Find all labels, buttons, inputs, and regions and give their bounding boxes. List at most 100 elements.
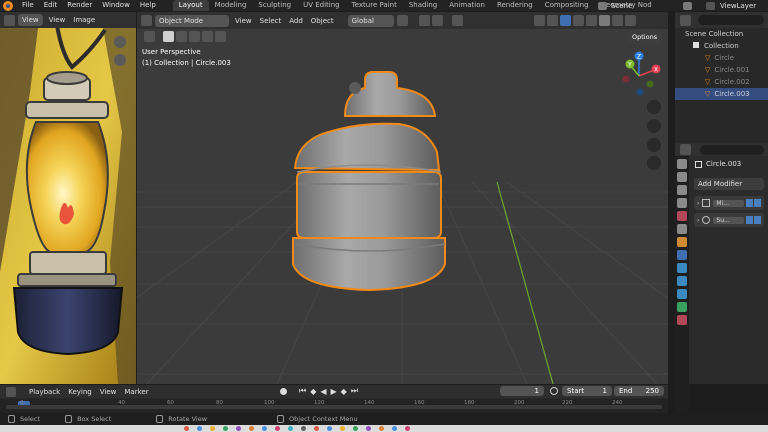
zoom-icon[interactable] bbox=[114, 36, 126, 48]
taskbar-app-icon[interactable] bbox=[236, 426, 241, 431]
edit-mode-toggle-icon[interactable] bbox=[746, 216, 753, 224]
tab-shading[interactable]: Shading bbox=[403, 0, 443, 11]
taskbar-app-icon[interactable] bbox=[275, 426, 280, 431]
render-tab-icon[interactable] bbox=[677, 172, 687, 182]
record-icon[interactable] bbox=[280, 387, 287, 395]
tab-texture-paint[interactable]: Texture Paint bbox=[346, 0, 403, 11]
modifier-name-field[interactable]: Su... bbox=[713, 216, 744, 224]
editor-type-icon[interactable] bbox=[4, 14, 15, 26]
modifier-name-field[interactable]: Mi... bbox=[713, 199, 744, 207]
visibility-icon[interactable] bbox=[533, 15, 545, 26]
tab-animation[interactable]: Animation bbox=[443, 0, 491, 11]
jump-start-icon[interactable]: ⏮ bbox=[299, 386, 306, 396]
expand-chevron-icon[interactable]: › bbox=[697, 200, 699, 207]
object-data-tab-icon[interactable] bbox=[677, 302, 687, 312]
modifier-panel-subdivision[interactable]: › Su... bbox=[694, 213, 764, 227]
transform-orientation-dropdown[interactable]: Global bbox=[347, 14, 394, 27]
gizmo-toggle-icon[interactable] bbox=[546, 15, 558, 26]
tab-modeling[interactable]: Modeling bbox=[209, 0, 253, 11]
tab-rendering[interactable]: Rendering bbox=[491, 0, 539, 11]
view-layer-selector[interactable]: ViewLayer bbox=[683, 0, 756, 11]
realtime-toggle-icon[interactable] bbox=[754, 199, 761, 207]
snap-target-icon[interactable] bbox=[431, 15, 443, 26]
tab-sculpting[interactable]: Sculpting bbox=[252, 0, 297, 11]
viewport-editor-type-icon[interactable] bbox=[141, 15, 152, 26]
taskbar-app-icon[interactable] bbox=[184, 426, 189, 431]
taskbar-app-icon[interactable] bbox=[327, 426, 332, 431]
start-frame-field[interactable]: Start 1 bbox=[562, 386, 612, 396]
view-layer-tab-icon[interactable] bbox=[677, 198, 687, 208]
edit-mode-toggle-icon[interactable] bbox=[746, 199, 753, 207]
snap-icon[interactable] bbox=[418, 15, 430, 26]
taskbar-app-icon[interactable] bbox=[249, 426, 254, 431]
world-tab-icon[interactable] bbox=[677, 224, 687, 234]
constraints-tab-icon[interactable] bbox=[677, 289, 687, 299]
menu-object[interactable]: Object bbox=[307, 15, 338, 27]
image-editor[interactable] bbox=[0, 11, 136, 384]
select-intersect-mode-icon[interactable] bbox=[215, 31, 226, 42]
menu-marker[interactable]: Marker bbox=[120, 386, 152, 398]
pan-view-icon[interactable] bbox=[647, 119, 661, 133]
menu-keying[interactable]: Keying bbox=[64, 386, 96, 398]
copy-view-layer-icon[interactable] bbox=[706, 1, 715, 10]
rendered-shading-icon[interactable] bbox=[624, 15, 636, 26]
outliner-search-input[interactable] bbox=[698, 15, 764, 25]
material-preview-icon[interactable] bbox=[611, 15, 623, 26]
prev-keyframe-icon[interactable]: ◆ bbox=[310, 387, 316, 396]
menu-image[interactable]: Image bbox=[69, 14, 99, 26]
outliner-editor-type-icon[interactable] bbox=[680, 14, 691, 26]
outliner-item-circle-003[interactable]: ▽ Circle.003 bbox=[675, 88, 768, 100]
view-dropdown[interactable]: View bbox=[18, 14, 43, 26]
overlays-toggle-icon[interactable] bbox=[559, 15, 571, 26]
outliner-item-circle-001[interactable]: ▽ Circle.001 bbox=[675, 64, 768, 76]
taskbar-app-icon[interactable] bbox=[301, 426, 306, 431]
camera-view-icon[interactable] bbox=[647, 138, 661, 152]
scene-selector[interactable]: Scene bbox=[598, 0, 632, 11]
taskbar-app-icon[interactable] bbox=[314, 426, 319, 431]
options-dropdown[interactable]: Options bbox=[628, 31, 662, 43]
particles-tab-icon[interactable] bbox=[677, 263, 687, 273]
modifier-tab-icon[interactable] bbox=[677, 250, 687, 260]
navigation-gizmo[interactable]: Z X Y bbox=[614, 48, 668, 102]
taskbar-app-icon[interactable] bbox=[262, 426, 267, 431]
tab-layout[interactable]: Layout bbox=[172, 0, 209, 11]
taskbar-app-icon[interactable] bbox=[210, 426, 215, 431]
3d-viewport[interactable] bbox=[137, 12, 668, 384]
taskbar-app-icon[interactable] bbox=[288, 426, 293, 431]
menu-view[interactable]: View bbox=[231, 15, 256, 27]
properties-search-input[interactable] bbox=[700, 144, 764, 155]
menu-file[interactable]: File bbox=[17, 0, 39, 11]
menu-image-view[interactable]: View bbox=[45, 14, 70, 26]
outliner-scene-collection[interactable]: Scene Collection bbox=[675, 28, 768, 40]
pivot-point-icon[interactable] bbox=[396, 15, 408, 26]
clock-icon[interactable] bbox=[550, 387, 558, 395]
wireframe-shading-icon[interactable] bbox=[585, 15, 597, 26]
solid-shading-icon[interactable] bbox=[598, 15, 610, 26]
object-tab-icon[interactable] bbox=[677, 237, 687, 247]
outliner-item-circle-002[interactable]: ▽ Circle.002 bbox=[675, 76, 768, 88]
jump-end-icon[interactable]: ⏭ bbox=[351, 386, 358, 396]
play-icon[interactable]: ▶ bbox=[331, 387, 337, 396]
add-modifier-button[interactable]: Add Modifier bbox=[694, 178, 764, 190]
menu-timeline-view[interactable]: View bbox=[96, 386, 121, 398]
timeline-ruler[interactable]: 0 40 60 80 100 120 140 160 180 200 220 2… bbox=[0, 399, 668, 413]
select-box-mode-icon[interactable] bbox=[163, 31, 174, 42]
hand-pan-icon[interactable] bbox=[114, 54, 126, 66]
zoom-view-icon[interactable] bbox=[647, 100, 661, 114]
taskbar-app-icon[interactable] bbox=[353, 426, 358, 431]
tab-compositing[interactable]: Compositing bbox=[539, 0, 595, 11]
blender-logo-icon[interactable] bbox=[3, 0, 13, 11]
select-invert-mode-icon[interactable] bbox=[202, 31, 213, 42]
modifier-panel-mirror[interactable]: › Mi... bbox=[694, 196, 764, 210]
properties-editor-type-icon[interactable] bbox=[680, 144, 691, 155]
next-keyframe-icon[interactable]: ◆ bbox=[341, 387, 347, 396]
menu-edit[interactable]: Edit bbox=[39, 0, 63, 11]
output-tab-icon[interactable] bbox=[677, 185, 687, 195]
outliner-collection[interactable]: Collection bbox=[675, 40, 768, 52]
taskbar-app-icon[interactable] bbox=[379, 426, 384, 431]
menu-help[interactable]: Help bbox=[135, 0, 161, 11]
taskbar-app-icon[interactable] bbox=[197, 426, 202, 431]
taskbar-app-icon[interactable] bbox=[392, 426, 397, 431]
menu-render[interactable]: Render bbox=[62, 0, 97, 11]
end-frame-field[interactable]: End 250 bbox=[614, 386, 664, 396]
